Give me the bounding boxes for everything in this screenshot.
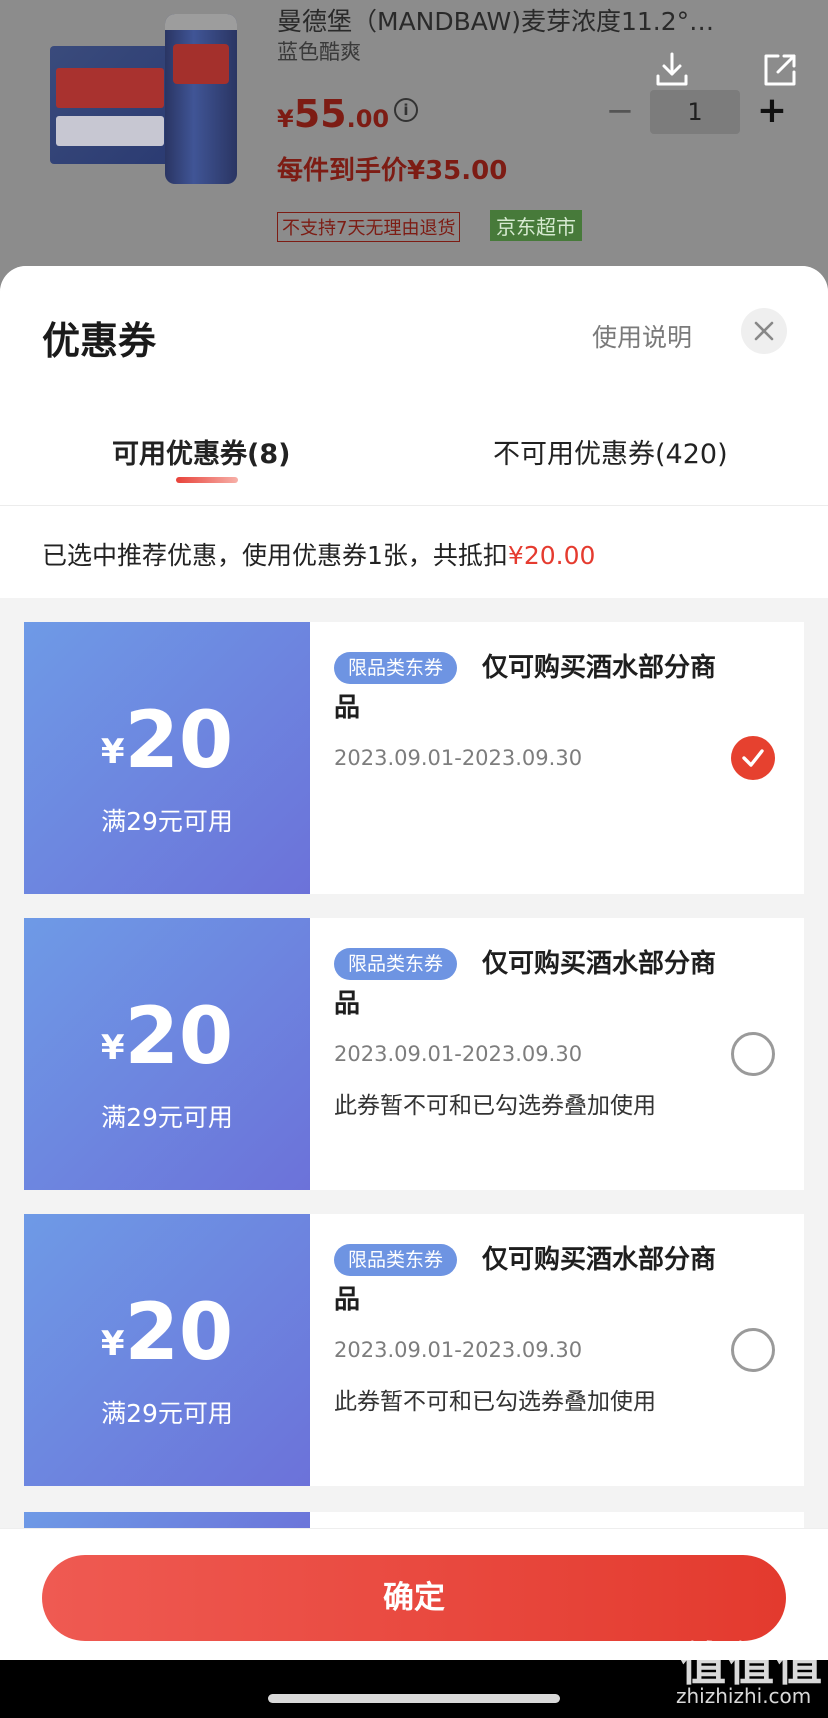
share-icon[interactable] (758, 48, 802, 92)
coupon-amount: ¥20 (24, 696, 310, 786)
store-badge: 京东超市 (490, 210, 582, 241)
price-decimal: .00 (346, 105, 390, 133)
product-price: ¥55.00 (277, 92, 389, 136)
product-title: 曼德堡（MANDBAW)麦芽浓度11.2°… (277, 7, 715, 36)
confirm-button[interactable]: 确定 (42, 1555, 786, 1641)
coupon-validity: 2023.09.01-2023.09.30 (334, 1338, 583, 1362)
coupon-checkbox[interactable] (731, 736, 775, 780)
coupon-condition: 满29元可用 (101, 807, 233, 836)
usage-instructions-link[interactable]: 使用说明 (592, 318, 692, 354)
summary-prefix: 已选中推荐优惠，使用优惠券1张，共抵扣 (42, 541, 508, 570)
sheet-title: 优惠券 (42, 319, 157, 363)
coupon-card[interactable]: ¥20 满29元可用 限品类东券 仅可购买酒水部分商品 2023.09.01-2… (18, 918, 804, 1190)
close-button[interactable] (741, 308, 787, 354)
coupon-currency: ¥ (100, 1324, 125, 1364)
coupon-amount-number: 20 (124, 696, 234, 786)
coupon-validity: 2023.09.01-2023.09.30 (334, 1042, 583, 1066)
coupon-title: 仅可购买酒水部分商品 (334, 1245, 717, 1315)
coupon-title: 仅可购买酒水部分商品 (334, 653, 717, 723)
coupon-title: 仅可购买酒水部分商品 (334, 949, 717, 1019)
info-icon[interactable]: i (394, 98, 418, 122)
final-price: 每件到手价¥35.00 (277, 156, 508, 186)
discount-summary: 已选中推荐优惠，使用优惠券1张，共抵扣¥20.00 (0, 506, 828, 598)
decrease-quantity-button[interactable]: − (600, 90, 640, 134)
quantity-input[interactable]: 1 (650, 90, 740, 134)
active-tab-indicator (176, 477, 238, 483)
coupon-condition: 满29元可用 (101, 1399, 233, 1428)
product-variant: 蓝色酷爽 (277, 40, 361, 64)
tab-unavailable-coupons[interactable]: 不可用优惠券(420) (493, 432, 728, 471)
coupon-currency: ¥ (100, 1028, 125, 1068)
coupon-sheet: 优惠券 使用说明 可用优惠券(8) 不可用优惠券(420) 已选中推荐优惠，使用… (0, 266, 828, 1660)
tab-available-coupons[interactable]: 可用优惠券(8) (112, 432, 290, 471)
product-can-image (165, 14, 237, 184)
close-icon (754, 321, 774, 341)
coupon-card[interactable]: ¥20 满29元可用 限品类东券 仅可购买酒水部分商品 2023.09.01-2… (18, 622, 804, 894)
watermark-url: zhizhizhi.com (676, 1684, 812, 1708)
coupon-stack-note: 此券暂不可和已勾选券叠加使用 (334, 1093, 656, 1119)
coupon-value-panel: ¥20 满29元可用 (18, 1214, 310, 1486)
coupon-currency: ¥ (100, 732, 125, 772)
product-image (50, 14, 240, 184)
summary-text: 已选中推荐优惠，使用优惠券1张，共抵扣¥20.00 (42, 536, 595, 572)
coupon-card[interactable]: ¥20 满29元可用 限品类东券 仅可购买酒水部分商品 2023.09.01-2… (18, 1214, 804, 1486)
increase-quantity-button[interactable]: + (750, 90, 794, 134)
summary-amount: ¥20.00 (507, 541, 596, 570)
download-icon[interactable] (650, 48, 694, 92)
coupon-condition: 满29元可用 (101, 1103, 233, 1132)
quantity-stepper: − 1 + (600, 90, 800, 134)
check-icon (742, 749, 764, 767)
product-box-image (50, 46, 170, 164)
coupon-checkbox[interactable] (731, 1328, 775, 1372)
product-summary: 曼德堡（MANDBAW)麦芽浓度11.2°… 蓝色酷爽 ¥55.00 i 每件到… (0, 0, 828, 290)
price-integer: 55 (293, 92, 347, 136)
coupon-amount-number: 20 (124, 992, 234, 1082)
coupon-validity: 2023.09.01-2023.09.30 (334, 746, 583, 770)
coupon-stack-note: 此券暂不可和已勾选券叠加使用 (334, 1389, 656, 1415)
coupon-amount-number: 20 (124, 1288, 234, 1378)
price-symbol: ¥ (277, 105, 294, 133)
coupon-value-panel: ¥20 满29元可用 (18, 918, 310, 1190)
coupon-amount: ¥20 (24, 1288, 310, 1378)
coupon-value-panel: ¥20 满29元可用 (18, 622, 310, 894)
home-indicator[interactable] (268, 1694, 560, 1703)
coupon-checkbox[interactable] (731, 1032, 775, 1076)
coupon-amount: ¥20 (24, 992, 310, 1082)
return-policy-badge: 不支持7天无理由退货 (277, 212, 461, 242)
sheet-header: 优惠券 使用说明 可用优惠券(8) 不可用优惠券(420) (0, 266, 828, 506)
